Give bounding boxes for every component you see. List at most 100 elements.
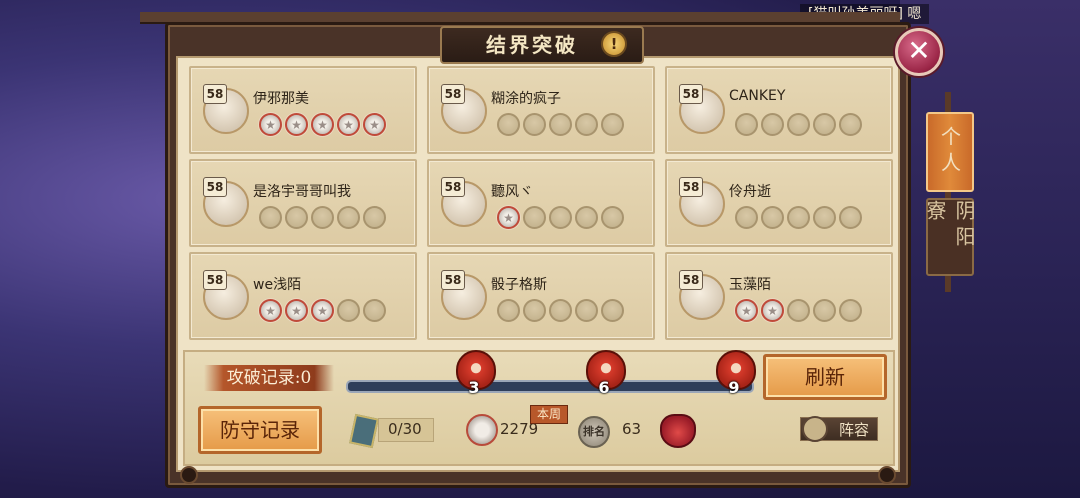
empty-slot-icon (735, 206, 758, 229)
opponent-card[interactable]: 58 是洛宇哥哥叫我 (189, 159, 417, 247)
empty-slot-icon (839, 113, 862, 136)
tab-personal[interactable]: 个人 (926, 112, 974, 192)
empty-slot-icon (761, 113, 784, 136)
level-badge: 58 (441, 84, 465, 104)
break-slots: ★ ★ (735, 299, 862, 322)
demon-mask-icon[interactable] (660, 414, 696, 448)
broken-slot-icon: ★ (337, 113, 360, 136)
broken-slot-icon: ★ (311, 299, 334, 322)
empty-slot-icon (575, 113, 598, 136)
empty-slot-icon (813, 299, 836, 322)
empty-slot-icon (735, 113, 758, 136)
empty-slot-icon (337, 206, 360, 229)
rank-value: 63 (622, 420, 642, 438)
broken-slot-icon: ★ (735, 299, 758, 322)
opponent-card[interactable]: 58 CANKEY (665, 66, 893, 154)
info-icon[interactable]: ! (601, 31, 627, 57)
break-slots (735, 206, 862, 229)
empty-slot-icon (575, 299, 598, 322)
empty-slot-icon (813, 113, 836, 136)
opponent-card[interactable]: 58 骰子格斯 (427, 252, 655, 340)
opponent-name: 糊涂的疯子 (491, 91, 561, 107)
tab-guild[interactable]: 阴阳寮 (923, 198, 976, 276)
empty-slot-icon (839, 299, 862, 322)
level-badge: 58 (203, 270, 227, 290)
opponent-name: 是洛宇哥哥叫我 (253, 184, 351, 200)
break-slots: ★ ★ ★ ★ ★ (259, 113, 386, 136)
lineup-icon (802, 416, 828, 442)
opponent-name: 伶舟逝 (729, 184, 771, 200)
break-slots (497, 299, 624, 322)
empty-slot-icon (523, 206, 546, 229)
empty-slot-icon (363, 299, 386, 322)
level-badge: 58 (203, 177, 227, 197)
broken-slot-icon: ★ (761, 299, 784, 322)
broken-slot-icon: ★ (497, 206, 520, 229)
milestone-label: 9 (728, 378, 740, 397)
break-slots: ★ (497, 206, 624, 229)
break-slots (497, 113, 624, 136)
broken-slot-icon: ★ (285, 113, 308, 136)
opponent-card[interactable]: 58 玉藻陌 ★ ★ (665, 252, 893, 340)
empty-slot-icon (575, 206, 598, 229)
broken-slot-icon: ★ (363, 113, 386, 136)
empty-slot-icon (761, 206, 784, 229)
opponent-name: 骰子格斯 (491, 277, 547, 293)
empty-slot-icon (839, 206, 862, 229)
break-slots: ★ ★ ★ (259, 299, 386, 322)
opponent-name: CANKEY (729, 88, 786, 104)
empty-slot-icon (787, 113, 810, 136)
medal-icon (466, 414, 498, 446)
opponent-card[interactable]: 58 糊涂的疯子 (427, 66, 655, 154)
level-badge: 58 (679, 270, 703, 290)
level-badge: 58 (679, 177, 703, 197)
opponent-card[interactable]: 58 we浅陌 ★ ★ ★ (189, 252, 417, 340)
break-slots (735, 113, 862, 136)
break-record-label: 攻破记录:0 (204, 365, 334, 391)
broken-slot-icon: ★ (311, 113, 334, 136)
opponent-card[interactable]: 58 伶舟逝 (665, 159, 893, 247)
level-badge: 58 (679, 84, 703, 104)
opponent-name: 聽风ヾ (491, 184, 533, 200)
empty-slot-icon (523, 299, 546, 322)
empty-slot-icon (497, 299, 520, 322)
level-badge: 58 (441, 270, 465, 290)
break-progress-track (346, 380, 754, 393)
opponent-name: we浅陌 (253, 277, 302, 293)
close-button[interactable]: ✕ (895, 28, 943, 76)
empty-slot-icon (363, 206, 386, 229)
empty-slot-icon (549, 206, 572, 229)
refresh-button[interactable]: 刷新 (763, 354, 887, 400)
empty-slot-icon (549, 299, 572, 322)
frame-bolt (180, 466, 198, 484)
rank-icon: 排名 (578, 416, 610, 448)
milestone-label: 6 (598, 378, 610, 397)
level-badge: 58 (203, 84, 227, 104)
empty-slot-icon (601, 299, 624, 322)
level-badge: 58 (441, 177, 465, 197)
milestone-label: 3 (468, 378, 480, 397)
opponent-name: 伊邪那美 (253, 91, 309, 107)
empty-slot-icon (813, 206, 836, 229)
weekly-badge: 本周 (530, 405, 568, 424)
empty-slot-icon (337, 299, 360, 322)
break-slots (259, 206, 386, 229)
broken-slot-icon: ★ (285, 299, 308, 322)
empty-slot-icon (787, 299, 810, 322)
opponent-card[interactable]: 58 伊邪那美 ★ ★ ★ ★ ★ (189, 66, 417, 154)
opponent-name: 玉藻陌 (729, 277, 771, 293)
empty-slot-icon (311, 206, 334, 229)
broken-slot-icon: ★ (259, 113, 282, 136)
empty-slot-icon (601, 113, 624, 136)
frame-bolt (878, 466, 896, 484)
defense-record-button[interactable]: 防守记录 (198, 406, 322, 454)
opponent-card[interactable]: 58 聽风ヾ ★ (427, 159, 655, 247)
empty-slot-icon (523, 113, 546, 136)
empty-slot-icon (497, 113, 520, 136)
broken-slot-icon: ★ (259, 299, 282, 322)
empty-slot-icon (285, 206, 308, 229)
empty-slot-icon (549, 113, 572, 136)
ticket-count: 0/30 (388, 420, 422, 438)
empty-slot-icon (787, 206, 810, 229)
empty-slot-icon (601, 206, 624, 229)
